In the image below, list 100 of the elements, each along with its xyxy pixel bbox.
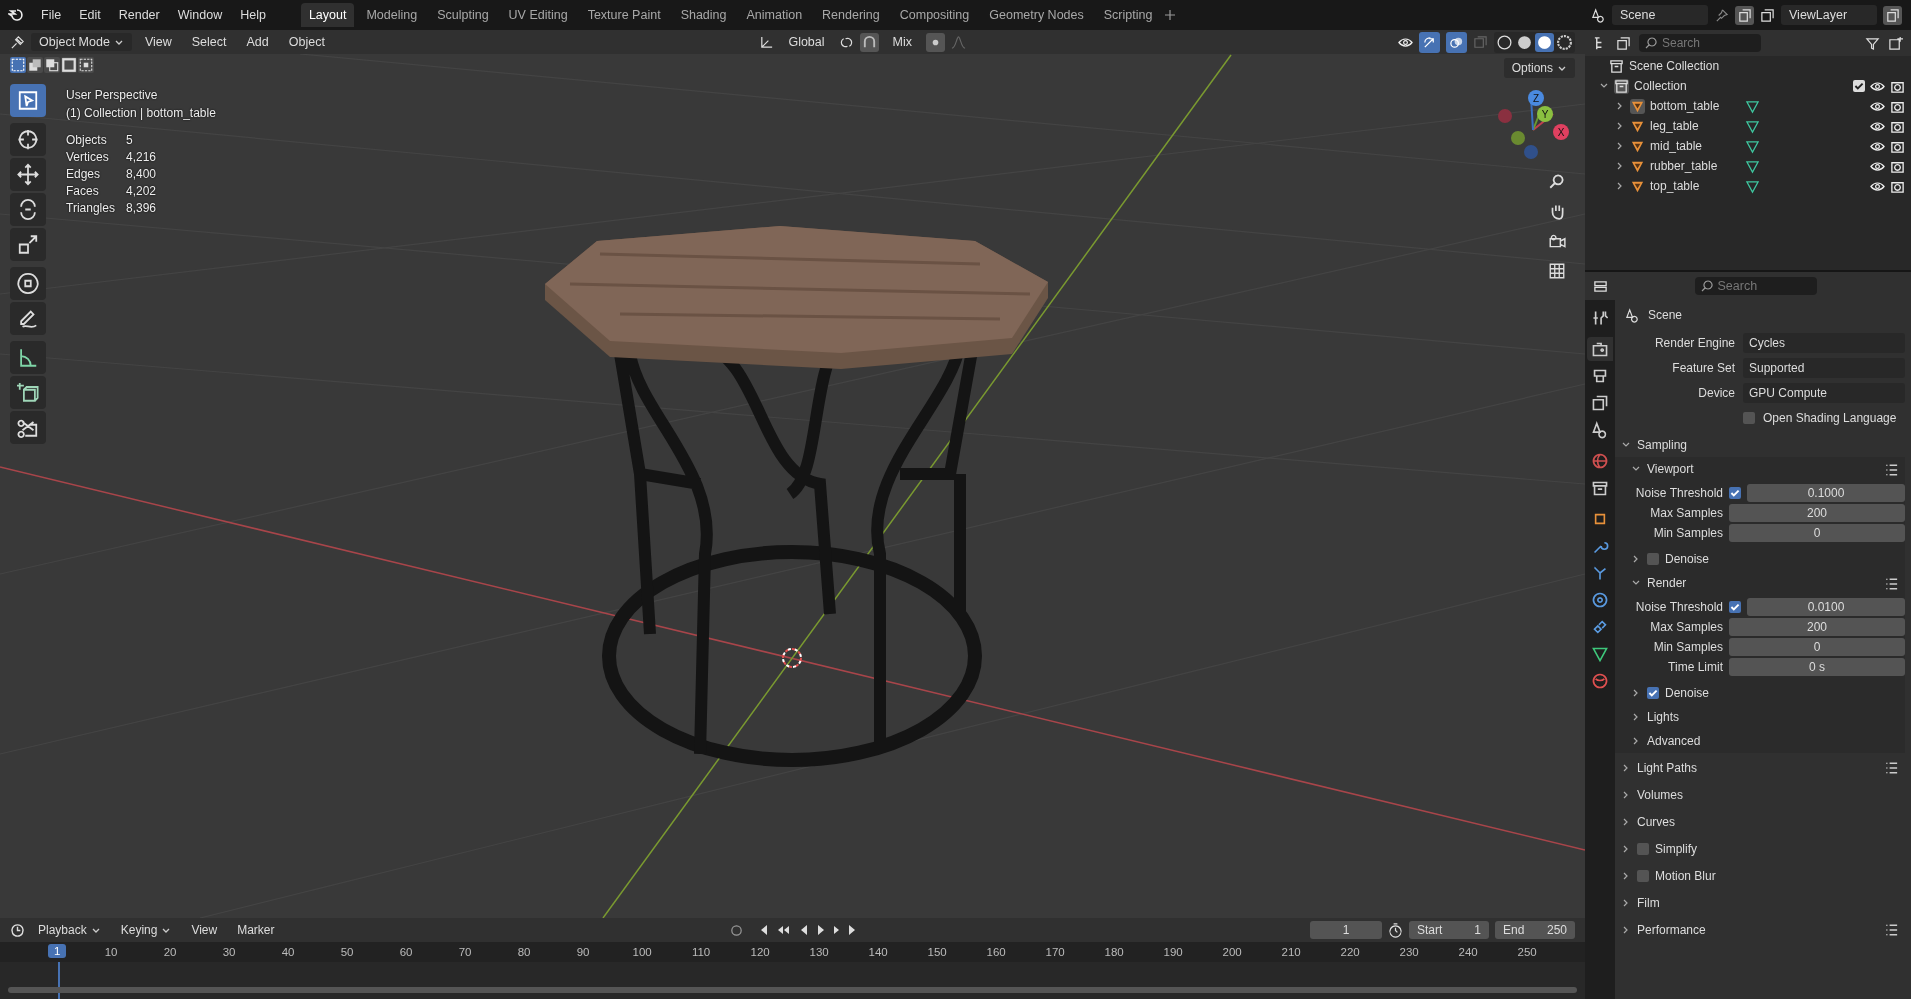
dropdown[interactable]: GPU Compute [1743,382,1905,403]
camera-view-icon[interactable] [1548,232,1566,250]
mesh-triangle-icon[interactable] [1745,118,1760,134]
panel-header[interactable]: Sampling [1637,437,1688,452]
select-invert-icon[interactable] [61,57,77,73]
number-field[interactable]: 0 s [1729,658,1905,676]
tree-item[interactable]: Collection [1634,79,1687,93]
rendered-sphere-icon[interactable] [1555,32,1574,52]
scene-icon[interactable] [1591,7,1606,23]
workspace-tab[interactable]: Sculpting [429,3,497,27]
subpanel-header[interactable]: Lights [1647,710,1680,724]
panel-header-bar[interactable]: Performance [1615,917,1905,942]
search-field[interactable]: Search [1694,277,1817,295]
scene-field[interactable]: Scene [1612,5,1708,25]
ruler-icon[interactable] [10,341,46,374]
view-layer-field[interactable]: ViewLayer [1781,5,1877,25]
start-frame-field[interactable]: 1 [1474,923,1481,937]
tree-item[interactable]: bottom_table [1650,99,1740,113]
copy-icon[interactable] [1735,5,1754,25]
clock-icon[interactable] [10,922,25,938]
menu-item[interactable]: Marker [230,920,282,940]
menu-item[interactable]: View [137,32,179,52]
mesh-triangle-icon[interactable] [1745,158,1760,174]
playhead[interactable]: 1 [48,944,67,958]
number-field[interactable]: 0 [1729,524,1905,542]
scale-icon[interactable] [10,228,46,261]
editor-type-icon[interactable] [10,34,25,50]
menu-item[interactable]: Help [233,5,273,25]
tree-item[interactable]: Scene Collection [1629,59,1720,73]
menu-item[interactable]: Window [170,5,230,25]
blender-logo-icon[interactable] [8,7,24,23]
subpanel-header[interactable]: Render [1647,576,1687,590]
scrollbar[interactable] [8,987,1577,993]
scissors-icon[interactable] [10,411,46,444]
tree-item[interactable]: leg_table [1650,119,1740,133]
workspace-tab[interactable]: UV Editing [500,3,576,27]
pin-icon[interactable] [1714,7,1729,23]
checkbox[interactable] [1743,411,1755,424]
move-arrows-icon[interactable] [10,158,46,191]
select-intersect-icon[interactable] [78,57,94,73]
number-field[interactable]: 0 [1729,638,1905,656]
panel-header[interactable]: Simplify [1655,841,1697,856]
workspace-tab[interactable]: Animation [738,3,811,27]
panel-header-bar[interactable]: Motion Blur [1615,863,1905,888]
dropdown[interactable]: Supported [1743,357,1905,378]
checkbox[interactable] [1647,553,1659,565]
workspace-tab[interactable]: Texture Paint [579,3,669,27]
menu-item[interactable]: Add [239,32,276,52]
checkbox[interactable] [1729,487,1741,499]
workspace-tab[interactable]: Geometry Nodes [981,3,1092,27]
current-frame-field[interactable]: 1 [1310,921,1382,939]
number-field[interactable]: 200 [1729,504,1905,522]
subpanel-header[interactable]: Viewport [1647,462,1694,476]
search-field[interactable]: Search [1639,34,1761,52]
rotate-icon[interactable] [10,193,46,226]
editor-type-icon[interactable] [1593,278,1608,294]
orientation-dropdown[interactable]: Global [780,33,833,51]
transform-icon[interactable] [10,267,46,300]
panel-header-bar[interactable]: Film [1615,890,1905,915]
workspace-tab[interactable]: Shading [672,3,735,27]
camera-icon[interactable] [1587,337,1613,361]
presets-list-icon[interactable] [1884,760,1899,775]
grid-icon[interactable] [1548,262,1566,280]
display-mode-icon[interactable] [1616,35,1631,51]
copy-icon[interactable] [1883,5,1902,25]
end-frame-field[interactable]: 250 [1547,923,1567,937]
snap-dropdown[interactable]: Mix [884,33,920,51]
options-dropdown[interactable]: Options [1503,58,1575,78]
panel-header-bar[interactable]: Curves [1615,809,1905,834]
cursor-icon[interactable] [10,123,46,156]
presets-list-icon[interactable] [1884,922,1899,937]
select-subtract-icon[interactable] [44,57,60,73]
panel-header-bar[interactable]: Volumes [1615,782,1905,807]
checkbox[interactable] [1729,601,1741,613]
stopwatch-icon[interactable] [1388,922,1403,938]
checkbox[interactable] [1637,842,1649,855]
workspace-tab[interactable]: Rendering [814,3,888,27]
mode-dropdown[interactable]: Object Mode [31,33,132,51]
panel-header[interactable]: Light Paths [1637,760,1698,775]
menu-item[interactable]: View [184,920,225,940]
wireframe-sphere-icon[interactable] [1495,32,1514,52]
panel-header[interactable]: Film [1637,895,1660,910]
mesh-triangle-icon[interactable] [1745,138,1760,154]
number-field[interactable]: 0.1000 [1747,484,1905,502]
menu-item[interactable]: Render [111,5,167,25]
workspace-tab[interactable]: Layout [300,3,355,27]
overlay-toggle-icon[interactable] [1446,31,1467,53]
dropdown[interactable]: Cycles [1743,332,1905,353]
material-sphere-icon[interactable] [1535,32,1554,52]
xray-toggle-icon[interactable] [1473,34,1488,50]
proportional-edit-icon[interactable] [926,32,945,52]
panel-header[interactable]: Motion Blur [1655,868,1716,883]
mesh-triangle-icon[interactable] [1745,98,1760,114]
tree-item[interactable]: mid_table [1650,139,1740,153]
number-field[interactable]: 200 [1729,618,1905,636]
filter-icon[interactable] [1865,35,1880,51]
select-box-icon[interactable] [10,84,46,117]
workspace-tab[interactable]: Modeling [358,3,426,27]
menu-item[interactable]: Object [281,32,332,52]
tree-item[interactable]: top_table [1650,179,1740,193]
